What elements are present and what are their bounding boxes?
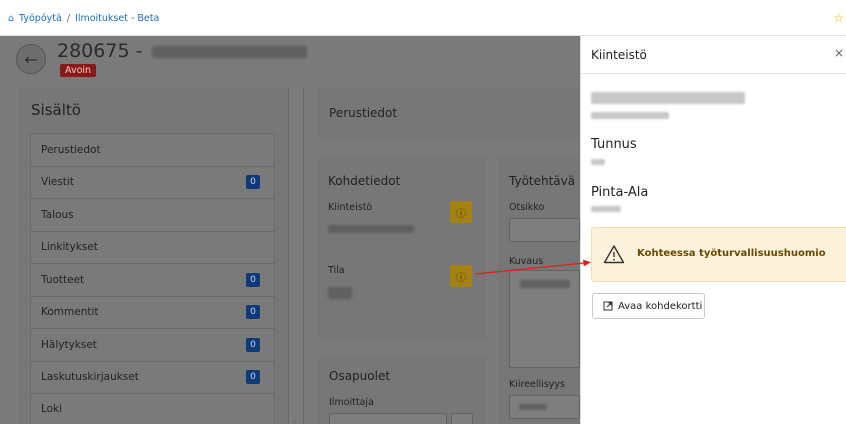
target-info-title: Kohdetiedot: [328, 174, 401, 188]
count-badge: 0: [246, 337, 260, 352]
count-badge: 0: [246, 370, 260, 385]
reporter-input[interactable]: [329, 413, 447, 424]
menu-item-label: Hälytykset: [41, 338, 97, 351]
home-icon[interactable]: ⌂: [8, 13, 14, 24]
property-info-button[interactable]: ⓘ: [450, 201, 472, 223]
heading-label: Otsikko: [509, 202, 545, 213]
parties-title: Osapuolet: [329, 369, 391, 383]
description-label: Kuvaus: [509, 256, 544, 267]
urgency-select[interactable]: [509, 395, 580, 419]
status-badge: Avoin: [60, 64, 97, 77]
menu-item-label: Kommentit: [41, 306, 99, 319]
menu-item-halytykset[interactable]: Hälytykset 0: [30, 328, 275, 361]
description-textarea[interactable]: [509, 270, 580, 368]
menu-item-perustiedot[interactable]: Perustiedot: [30, 133, 275, 166]
description-value-redacted: [520, 280, 570, 288]
info-icon: ⓘ: [456, 208, 466, 220]
warning-triangle-icon: [603, 245, 625, 264]
code-label: Tunnus: [591, 137, 637, 152]
open-property-card-button[interactable]: Avaa kohdekortti: [592, 293, 705, 319]
info-icon: ⓘ: [456, 272, 466, 284]
menu-item-label: Perustiedot: [41, 143, 101, 156]
property-side-panel: Kiinteistö × Tunnus Pinta-Ala Kohteessa …: [580, 36, 846, 424]
state-value-redacted: [328, 287, 352, 299]
heading-input[interactable]: [509, 218, 580, 242]
back-button[interactable]: ←: [16, 44, 46, 74]
side-panel-divider: [581, 73, 846, 74]
menu-item-label: Viestit: [41, 176, 74, 189]
case-name-redacted: [152, 45, 308, 58]
parties-card: Osapuolet Ilmoittaja: [318, 355, 486, 424]
target-info-card: Kohdetiedot Kiinteistö ⓘ Tila ⓘ: [318, 157, 486, 340]
external-link-icon: [603, 301, 613, 311]
basic-info-title: Perustiedot: [329, 106, 398, 120]
task-info-title: Työtehtävä: [509, 174, 576, 188]
menu-item-loki[interactable]: Loki: [30, 393, 275, 424]
basic-info-card: Perustiedot: [318, 87, 580, 139]
count-badge: 0: [246, 305, 260, 320]
menu-item-label: Laskutuskirjaukset: [41, 371, 139, 384]
code-value-redacted: [591, 159, 605, 165]
open-property-card-label: Avaa kohdekortti: [618, 300, 703, 312]
area-value-redacted: [591, 206, 621, 212]
property-name-redacted: [591, 92, 745, 104]
reporter-label: Ilmoittaja: [329, 397, 374, 408]
menu-item-laskutuskirjaukset[interactable]: Laskutuskirjaukset 0: [30, 360, 275, 393]
task-info-card: Työtehtävä Otsikko Kuvaus Kiireellisyys: [498, 157, 580, 424]
menu-item-label: Linkitykset: [41, 241, 98, 254]
menu-item-tuotteet[interactable]: Tuotteet 0: [30, 263, 275, 296]
content-panel: Sisältö Perustiedot Viestit 0 Talous Link…: [18, 87, 288, 424]
menu-item-viestit[interactable]: Viestit 0: [30, 165, 275, 198]
property-label: Kiinteistö: [328, 202, 373, 213]
star-icon[interactable]: ☆: [833, 11, 844, 25]
urgency-value-redacted: [519, 404, 547, 410]
menu-item-kommentit[interactable]: Kommentit 0: [30, 295, 275, 328]
top-bar: ⌂ Työpöytä / Ilmoitukset - Beta ☆: [0, 0, 846, 36]
property-address-redacted: [591, 112, 669, 119]
state-label: Tila: [328, 265, 345, 276]
warning-text: Kohteessa työturvallisuushuomio: [637, 248, 826, 259]
panel-resize-handle[interactable]: [288, 87, 304, 424]
close-icon[interactable]: ×: [834, 46, 844, 60]
count-badge: 0: [246, 175, 260, 190]
safety-warning-alert: Kohteessa työturvallisuushuomio: [591, 227, 846, 282]
area-label: Pinta-Ala: [591, 185, 649, 200]
state-info-button[interactable]: ⓘ: [450, 265, 472, 287]
breadcrumb-current[interactable]: Ilmoitukset - Beta: [75, 13, 159, 24]
menu-item-label: Tuotteet: [41, 273, 85, 286]
menu-item-talous[interactable]: Talous: [30, 198, 275, 231]
breadcrumb: ⌂ Työpöytä / Ilmoitukset - Beta: [8, 13, 159, 24]
case-number: 280675 -: [57, 40, 143, 62]
case-title: 280675 -: [57, 40, 308, 62]
breadcrumb-separator: /: [66, 13, 71, 24]
content-panel-title: Sisältö: [31, 101, 81, 119]
breadcrumb-home[interactable]: Työpöytä: [19, 13, 62, 24]
menu-item-linkitykset[interactable]: Linkitykset: [30, 230, 275, 263]
reporter-info-button[interactable]: [451, 413, 473, 424]
urgency-label: Kiireellisyys: [509, 379, 565, 390]
count-badge: 0: [246, 272, 260, 287]
arrow-left-icon: ←: [24, 49, 38, 69]
menu-item-label: Talous: [41, 208, 74, 221]
menu-item-label: Loki: [41, 403, 63, 416]
content-menu: Perustiedot Viestit 0 Talous Linkitykset …: [30, 133, 275, 424]
resize-grip-icon: ◦: [292, 418, 297, 424]
side-panel-title: Kiinteistö: [591, 48, 647, 62]
property-value-redacted: [328, 225, 414, 233]
